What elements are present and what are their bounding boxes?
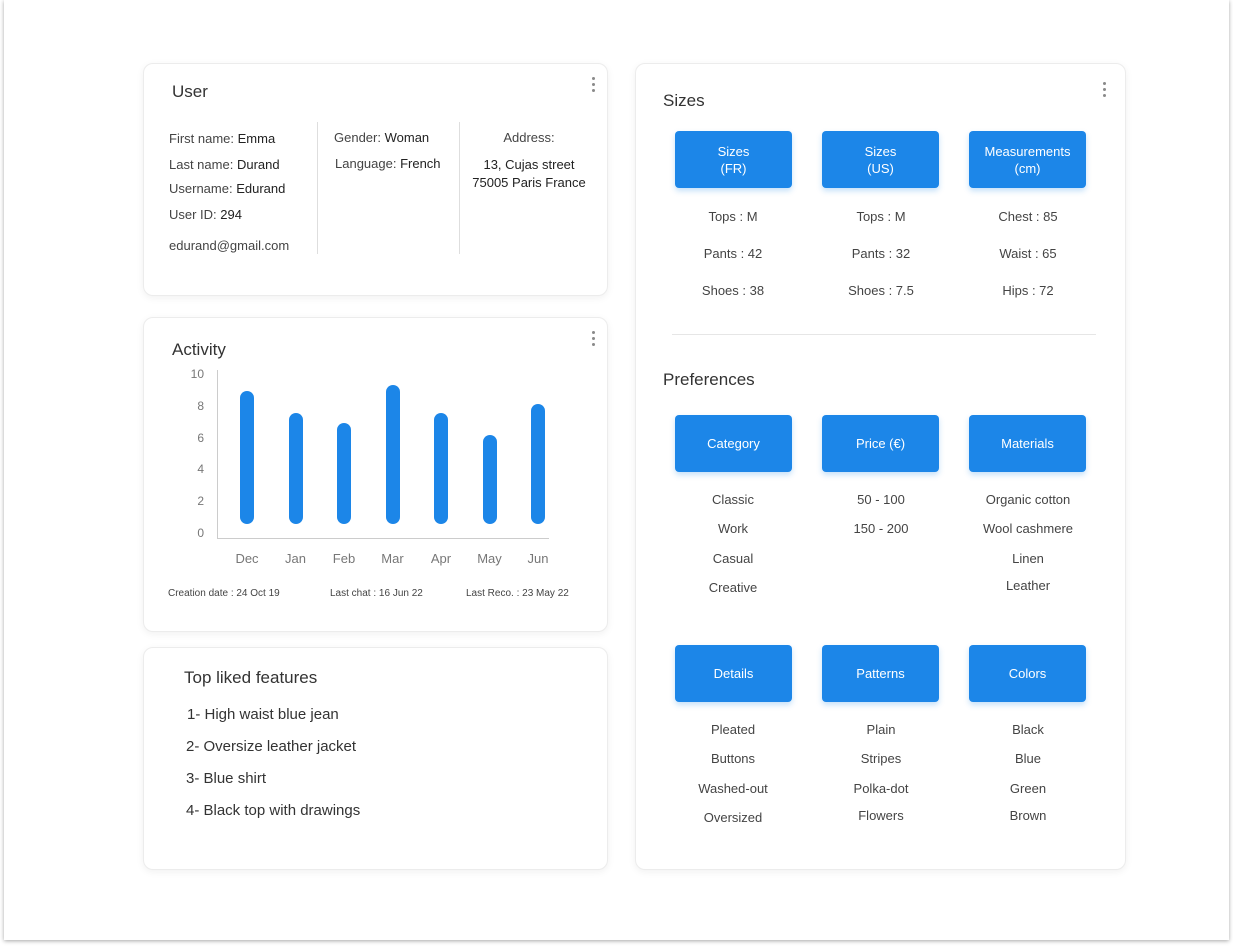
- material-value: Organic cotton: [985, 492, 1071, 507]
- activity-card: Activity 10 8 6 4 2 0 Dec Jan Feb Mar Apr May Jun Cr…: [143, 317, 608, 632]
- user-card: User First name: Emma Last name: Durand …: [143, 63, 608, 296]
- size-value: Shoes : 7.5: [848, 283, 914, 298]
- chart-bar: [434, 413, 448, 524]
- sizes-title: Sizes: [663, 91, 705, 110]
- category-value: Classic: [712, 492, 754, 507]
- x-tick-label: Apr: [430, 551, 452, 566]
- gender: Gender: Woman: [334, 130, 430, 145]
- materials-button[interactable]: Materials: [969, 415, 1086, 472]
- measurement-value: Hips : 72: [1002, 283, 1054, 298]
- feature-item: 4- Black top with drawings: [186, 802, 361, 819]
- x-tick-label: May: [477, 551, 502, 566]
- price-button[interactable]: Price (€): [822, 415, 939, 472]
- measurement-value: Waist : 65: [999, 246, 1057, 261]
- address-label: Address:: [503, 130, 555, 145]
- sizes-preferences-card: Sizes Sizes (FR) Sizes (US) Measurements (c…: [635, 63, 1126, 870]
- activity-chart: 10 8 6 4 2 0 Dec Jan Feb Mar Apr May Jun: [144, 318, 607, 631]
- x-tick-label: Mar: [381, 551, 404, 566]
- kebab-menu-icon[interactable]: [592, 77, 596, 92]
- last-name: Last name: Durand: [169, 157, 280, 172]
- y-tick-label: 6: [197, 430, 204, 445]
- y-axis: [217, 370, 218, 538]
- divider: [317, 122, 318, 254]
- sizes-fr-button[interactable]: Sizes (FR): [675, 131, 792, 188]
- address-line1: 13, Cujas street: [483, 157, 575, 172]
- feature-item: 2- Oversize leather jacket: [186, 738, 357, 755]
- chart-bar: [337, 422, 351, 524]
- creation-date: Creation date : 24 Oct 19: [168, 588, 280, 599]
- username: Username: Edurand: [169, 181, 286, 196]
- preferences-title: Preferences: [663, 370, 755, 389]
- colors-button[interactable]: Colors: [969, 645, 1086, 702]
- section-divider: [672, 334, 1096, 335]
- material-value: Wool cashmere: [982, 521, 1074, 536]
- first-name: First name: Emma: [169, 131, 276, 146]
- material-value: Leather: [1005, 578, 1051, 593]
- category-button[interactable]: Category: [675, 415, 792, 472]
- size-value: Shoes : 38: [701, 283, 765, 298]
- kebab-menu-icon[interactable]: [1103, 82, 1107, 97]
- size-value: Pants : 32: [851, 246, 911, 261]
- category-value: Casual: [712, 551, 754, 566]
- size-value: Tops : M: [856, 209, 906, 224]
- pattern-value: Stripes: [860, 751, 902, 766]
- pattern-value: Plain: [866, 722, 896, 737]
- pattern-value: Polka-dot: [853, 781, 909, 796]
- details-button[interactable]: Details: [675, 645, 792, 702]
- measurements-button[interactable]: Measurements (cm): [969, 131, 1086, 188]
- y-tick-label: 2: [197, 494, 204, 509]
- price-value: 50 - 100: [857, 492, 905, 507]
- material-value: Linen: [1012, 551, 1044, 566]
- detail-value: Buttons: [710, 751, 756, 766]
- feature-item: 3- Blue shirt: [186, 770, 267, 787]
- y-tick-label: 4: [197, 462, 204, 477]
- color-value: Blue: [1014, 751, 1042, 766]
- y-tick-label: 0: [197, 526, 204, 540]
- user-id: User ID: 294: [169, 207, 242, 222]
- address-line2: 75005 Paris France: [472, 175, 586, 190]
- size-value: Pants : 42: [703, 246, 763, 261]
- last-reco: Last Reco. : 23 May 22: [466, 588, 569, 599]
- chart-bar: [482, 435, 497, 524]
- category-value: Creative: [708, 580, 758, 595]
- color-value: Black: [1012, 722, 1044, 737]
- chart-bar: [288, 413, 303, 524]
- pattern-value: Flowers: [858, 808, 904, 823]
- features-card: Top liked features 1- High waist blue je…: [143, 647, 608, 870]
- detail-value: Washed-out: [698, 781, 768, 796]
- features-card-title: Top liked features: [184, 668, 318, 687]
- x-axis: [217, 538, 549, 539]
- price-value: 150 - 200: [853, 521, 909, 536]
- x-tick-label: Dec: [235, 551, 259, 566]
- x-tick-label: Jan: [285, 551, 306, 566]
- detail-value: Pleated: [710, 722, 756, 737]
- category-value: Work: [717, 521, 749, 536]
- email: edurand@gmail.com: [169, 238, 290, 253]
- language: Language: French: [335, 156, 441, 171]
- chart-bar: [531, 403, 545, 524]
- x-tick-label: Jun: [527, 551, 549, 566]
- measurement-value: Chest : 85: [998, 209, 1058, 224]
- size-value: Tops : M: [708, 209, 758, 224]
- feature-item: 1- High waist blue jean: [187, 706, 339, 723]
- color-value: Green: [1009, 781, 1047, 796]
- divider: [459, 122, 460, 254]
- y-tick-label: 10: [190, 367, 204, 381]
- sizes-us-button[interactable]: Sizes (US): [822, 131, 939, 188]
- y-tick-label: 8: [197, 398, 204, 413]
- detail-value: Oversized: [703, 810, 763, 825]
- color-value: Brown: [1009, 808, 1047, 823]
- chart-bar: [385, 384, 400, 524]
- patterns-button[interactable]: Patterns: [822, 645, 939, 702]
- x-tick-label: Feb: [332, 551, 356, 566]
- user-card-title: User: [172, 82, 208, 101]
- last-chat: Last chat : 16 Jun 22: [330, 588, 423, 599]
- chart-bar: [240, 390, 254, 524]
